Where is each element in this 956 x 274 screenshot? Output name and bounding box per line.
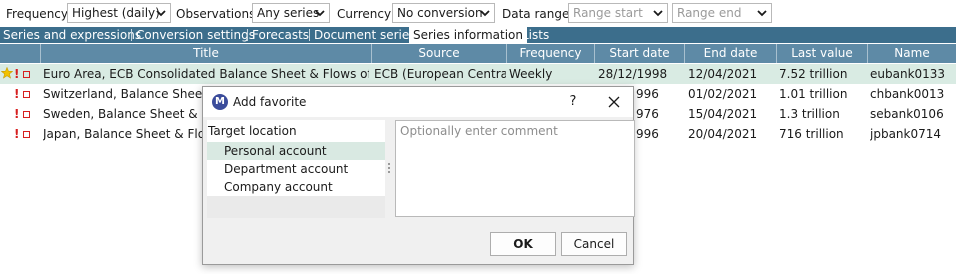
app-logo-letter: M: [215, 96, 225, 107]
comment-input[interactable]: [396, 121, 634, 216]
observations-value: Any series: [257, 6, 320, 20]
list-empty-area: [207, 196, 385, 218]
star-icon[interactable]: [1, 67, 13, 79]
series-marker-icon: [23, 131, 30, 138]
location-department-account[interactable]: Department account: [207, 160, 385, 178]
cell-title: Japan, Balance Sheet & Flows: [43, 127, 203, 141]
column-frequency[interactable]: Frequency: [507, 44, 594, 63]
table-row[interactable]: ! Euro Area, ECB Consolidated Balance Sh…: [0, 64, 956, 84]
tab-series-information[interactable]: Series information: [409, 27, 527, 43]
chevron-down-icon: [480, 10, 490, 17]
splitter-handle[interactable]: [387, 163, 390, 175]
series-marker-icon: [23, 91, 30, 98]
data-range-label: Data range: [502, 7, 570, 21]
chevron-down-icon: [653, 10, 663, 17]
currency-select[interactable]: No conversion: [392, 3, 495, 23]
cancel-button[interactable]: Cancel: [561, 232, 627, 256]
column-source[interactable]: Source: [372, 44, 506, 63]
comment-box[interactable]: [395, 120, 635, 217]
tab-conversion-settings[interactable]: Conversion settings: [136, 27, 255, 43]
target-location-list: Target location Personal account Departm…: [207, 120, 385, 218]
location-label: Personal account: [224, 144, 327, 158]
column-last-value[interactable]: Last value: [777, 44, 867, 63]
cell-frequency: Weekly: [509, 67, 553, 81]
tab-document-series[interactable]: Document series: [314, 27, 416, 43]
add-favorite-dialog: M Add favorite ? Target location Persona…: [202, 86, 635, 265]
app-logo-icon: M: [212, 94, 228, 110]
column-name[interactable]: Name: [868, 44, 956, 63]
chevron-down-icon: [315, 10, 325, 17]
observations-label: Observations: [176, 7, 256, 21]
warning-icon: !: [14, 87, 20, 101]
range-end-placeholder: Range end: [677, 6, 742, 20]
range-end-select[interactable]: Range end: [672, 3, 772, 23]
dialog-title-bar[interactable]: M Add favorite ?: [203, 87, 633, 117]
ok-button[interactable]: OK: [490, 232, 556, 256]
observations-select[interactable]: Any series: [252, 3, 330, 23]
currency-value: No conversion: [397, 6, 483, 20]
tab-forecasts[interactable]: Forecasts: [252, 27, 309, 43]
cell-last-value: 716 trillion: [779, 127, 844, 141]
currency-label: Currency: [337, 7, 392, 21]
cell-end-date: 01/02/2021: [688, 87, 758, 101]
cell-start-date: 28/12/1998: [598, 67, 668, 81]
cell-name: jpbank0714: [870, 127, 942, 141]
tab-divider: [131, 29, 132, 41]
frequency-value: Highest (daily): [72, 6, 160, 20]
series-marker-icon: [23, 111, 30, 118]
cell-start-date: 996: [636, 127, 659, 141]
location-company-account[interactable]: Company account: [207, 178, 385, 196]
cell-name: sebank0106: [870, 107, 944, 121]
cell-start-date: 996: [636, 87, 659, 101]
location-personal-account[interactable]: Personal account: [207, 142, 385, 160]
column-end-date[interactable]: End date: [685, 44, 776, 63]
frequency-select[interactable]: Highest (daily): [67, 3, 171, 23]
cell-start-date: 976: [636, 107, 659, 121]
warning-icon: !: [14, 127, 20, 141]
cell-name: eubank0133: [870, 67, 946, 81]
column-title[interactable]: Title: [41, 44, 371, 63]
cell-end-date: 12/04/2021: [688, 67, 758, 81]
tab-series-and-expressions[interactable]: Series and expressions: [3, 27, 141, 43]
cell-title: Euro Area, ECB Consolidated Balance Shee…: [43, 67, 369, 81]
cell-last-value: 1.3 trillion: [779, 107, 840, 121]
tab-bar: Series and expressions Conversion settin…: [0, 27, 956, 43]
cell-title: Sweden, Balance Sheet & Flow: [43, 107, 203, 121]
frequency-label: Frequency: [6, 7, 68, 21]
cell-end-date: 15/04/2021: [688, 107, 758, 121]
tab-divider: [247, 29, 248, 41]
range-start-select[interactable]: Range start: [568, 3, 668, 23]
tab-lists[interactable]: Lists: [522, 27, 549, 43]
cell-source: ECB (European Central...: [374, 67, 506, 81]
dialog-title: Add favorite: [233, 95, 307, 109]
cell-last-value: 7.52 trillion: [779, 67, 848, 81]
location-label: Department account: [224, 162, 349, 176]
cell-name: chbank0013: [870, 87, 945, 101]
toolbar: Frequency Highest (daily) Observations A…: [0, 0, 956, 28]
location-label: Company account: [224, 180, 333, 194]
cell-end-date: 20/04/2021: [688, 127, 758, 141]
range-start-placeholder: Range start: [573, 6, 643, 20]
series-marker-icon: [23, 71, 30, 78]
chevron-down-icon: [757, 10, 767, 17]
chevron-down-icon: [156, 10, 166, 17]
warning-icon: !: [14, 67, 20, 81]
column-start-date[interactable]: Start date: [595, 44, 684, 63]
help-button[interactable]: ?: [565, 93, 581, 111]
warning-icon: !: [14, 107, 20, 121]
close-icon[interactable]: [605, 93, 623, 111]
tab-divider: [309, 29, 310, 41]
cell-last-value: 1.01 trillion: [779, 87, 848, 101]
target-location-label: Target location: [208, 124, 297, 138]
cell-title: Switzerland, Balance Sheet & F: [43, 87, 203, 101]
table-header: Title Source Frequency Start date End da…: [0, 44, 956, 63]
